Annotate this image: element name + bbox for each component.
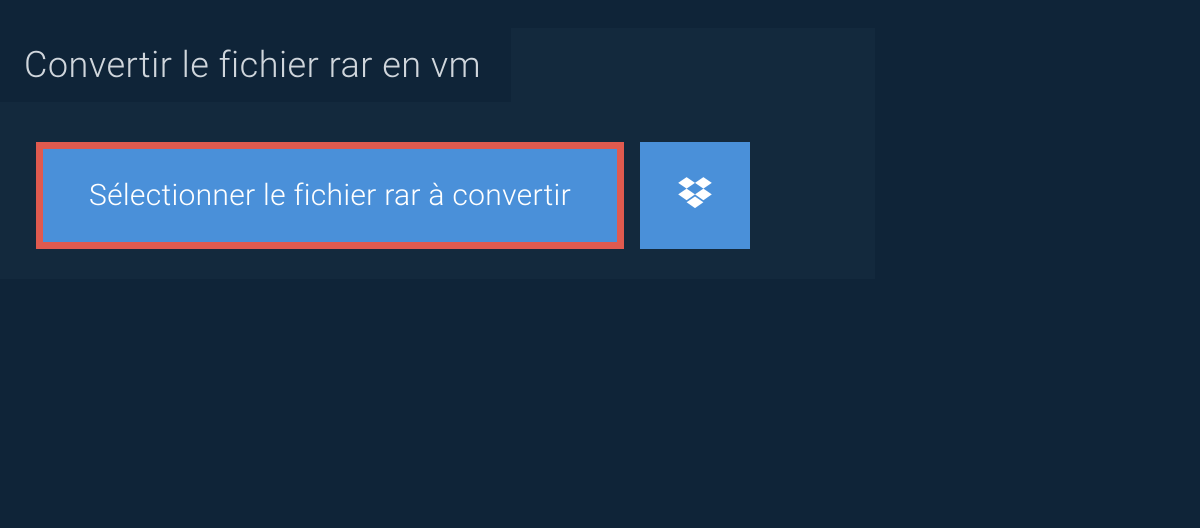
converter-panel: Convertir le fichier rar en vm Sélection… <box>0 28 875 279</box>
dropbox-button[interactable] <box>640 142 750 249</box>
dropbox-icon <box>674 175 716 217</box>
select-file-button[interactable]: Sélectionner le fichier rar à convertir <box>36 142 624 249</box>
page-title: Convertir le fichier rar en vm <box>24 44 481 86</box>
header-tab: Convertir le fichier rar en vm <box>0 28 511 102</box>
select-file-label: Sélectionner le fichier rar à convertir <box>89 178 571 213</box>
button-row: Sélectionner le fichier rar à convertir <box>36 142 875 249</box>
